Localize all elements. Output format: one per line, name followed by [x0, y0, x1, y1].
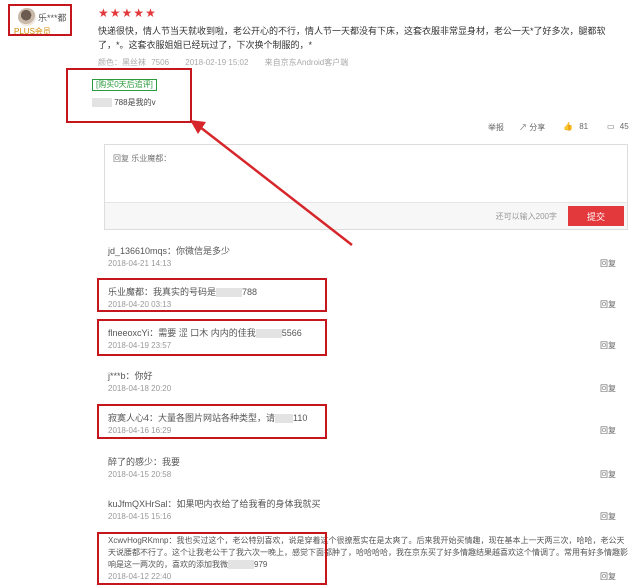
- char-limit-text: 还可以输入200字: [495, 212, 557, 221]
- star-icon: ★: [121, 6, 133, 20]
- comment-date: 2018-04-21 14:13: [108, 259, 172, 268]
- comment-date: 2018-04-15 20:58: [108, 470, 172, 479]
- reply-link[interactable]: 回复: [600, 571, 616, 582]
- reply-link[interactable]: 回复: [600, 340, 616, 351]
- star-icon: ★: [109, 6, 121, 20]
- comment-user: jd_136610mqs：你微信是多少: [108, 246, 231, 256]
- reply-link[interactable]: 回复: [600, 258, 616, 269]
- highlight-box-comment: [97, 404, 327, 439]
- highlight-box-follow-up: [66, 68, 192, 123]
- reply-link[interactable]: 回复: [600, 299, 616, 310]
- reply-input[interactable]: [105, 145, 627, 203]
- comment-user: j***b：你好: [108, 371, 153, 381]
- reply-link[interactable]: 回复: [600, 383, 616, 394]
- star-icon: ★: [145, 6, 156, 20]
- reply-link[interactable]: 回复: [600, 469, 616, 480]
- comment-icon: ▭: [607, 122, 615, 131]
- comment-date: 2018-04-15 15:16: [108, 512, 172, 521]
- rating-stars: ★ ★ ★ ★ ★: [98, 7, 156, 19]
- review-date: 2018-02-19 15:02: [185, 58, 249, 67]
- review-meta: 颜色：黑丝袜 7506 2018-02-19 15:02 来自京东Android…: [98, 57, 348, 68]
- color-value: 7506: [151, 58, 170, 67]
- highlight-box-comment: [97, 532, 327, 585]
- report-link[interactable]: 举报: [488, 122, 504, 133]
- star-icon: ★: [98, 6, 109, 20]
- submit-button[interactable]: 提交: [568, 206, 624, 226]
- comment-count: 45: [619, 122, 629, 131]
- share-button[interactable]: ↗ 分享: [519, 122, 545, 133]
- comment-user: kuJfmQXHrSal：如果吧内衣给了给我看的身体我就买: [108, 499, 321, 509]
- comment-date: 2018-04-18 20:20: [108, 384, 172, 393]
- like-button[interactable]: 👍 81: [563, 122, 588, 131]
- share-label: 分享: [529, 123, 546, 132]
- highlight-box-reviewer: [8, 4, 72, 36]
- reply-link[interactable]: 回复: [600, 511, 616, 522]
- comment-button[interactable]: ▭ 45: [607, 122, 629, 131]
- review-source: 来自京东Android客户端: [264, 58, 349, 67]
- highlight-box-comment: [97, 319, 327, 356]
- reply-box: 还可以输入200字 提交: [104, 144, 628, 230]
- color-label: 颜色：黑丝袜: [98, 58, 146, 67]
- highlight-box-comment: [97, 278, 327, 312]
- reply-link[interactable]: 回复: [600, 425, 616, 436]
- like-count: 81: [579, 122, 589, 131]
- thumbs-up-icon: 👍: [563, 122, 573, 131]
- star-icon: ★: [133, 6, 145, 20]
- review-body: 快递很快，情人节当天就收到啦，老公开心的不行，情人节一天都没有下床，这套衣服非常…: [98, 26, 606, 50]
- comment-user: 醉了的感少：我要: [108, 457, 181, 467]
- share-icon: ↗: [519, 123, 527, 132]
